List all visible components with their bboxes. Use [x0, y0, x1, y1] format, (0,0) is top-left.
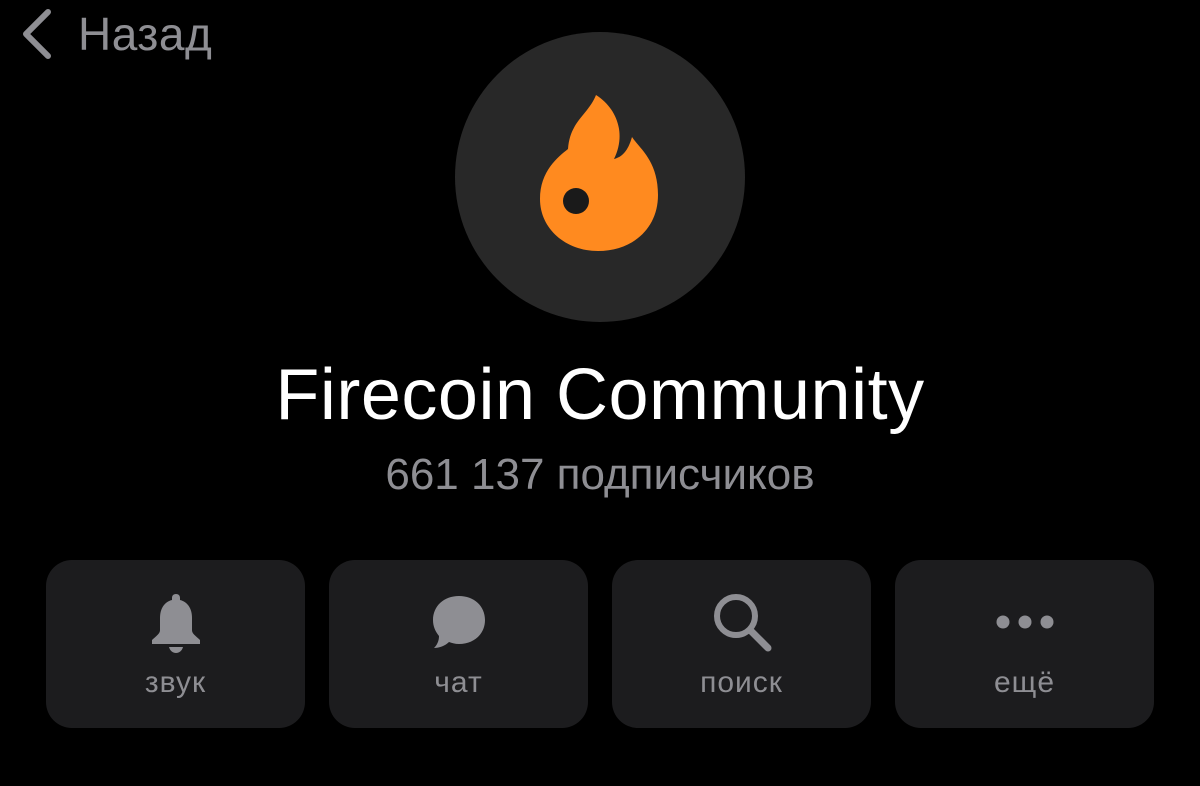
chat-bubble-icon	[427, 590, 491, 654]
chat-button[interactable]: чат	[329, 560, 588, 728]
back-button[interactable]: Назад	[18, 4, 212, 64]
more-button[interactable]: ещё	[895, 560, 1154, 728]
channel-title: Firecoin Community	[275, 355, 925, 435]
search-label: поиск	[700, 666, 783, 699]
sound-label: звук	[144, 666, 207, 699]
bell-icon	[144, 590, 208, 654]
chat-label: чат	[434, 666, 483, 699]
subscriber-count: 661 137 подписчиков	[385, 450, 815, 499]
fire-icon	[540, 95, 658, 251]
back-label: Назад	[78, 8, 213, 60]
more-dots-icon	[993, 590, 1057, 654]
search-icon	[710, 590, 774, 654]
action-bar: звук чат поиск ещё	[46, 560, 1154, 728]
channel-avatar[interactable]	[455, 32, 745, 322]
chevron-left-icon	[23, 9, 51, 59]
search-button[interactable]: поиск	[612, 560, 871, 728]
more-label: ещё	[993, 666, 1056, 699]
sound-button[interactable]: звук	[46, 560, 305, 728]
